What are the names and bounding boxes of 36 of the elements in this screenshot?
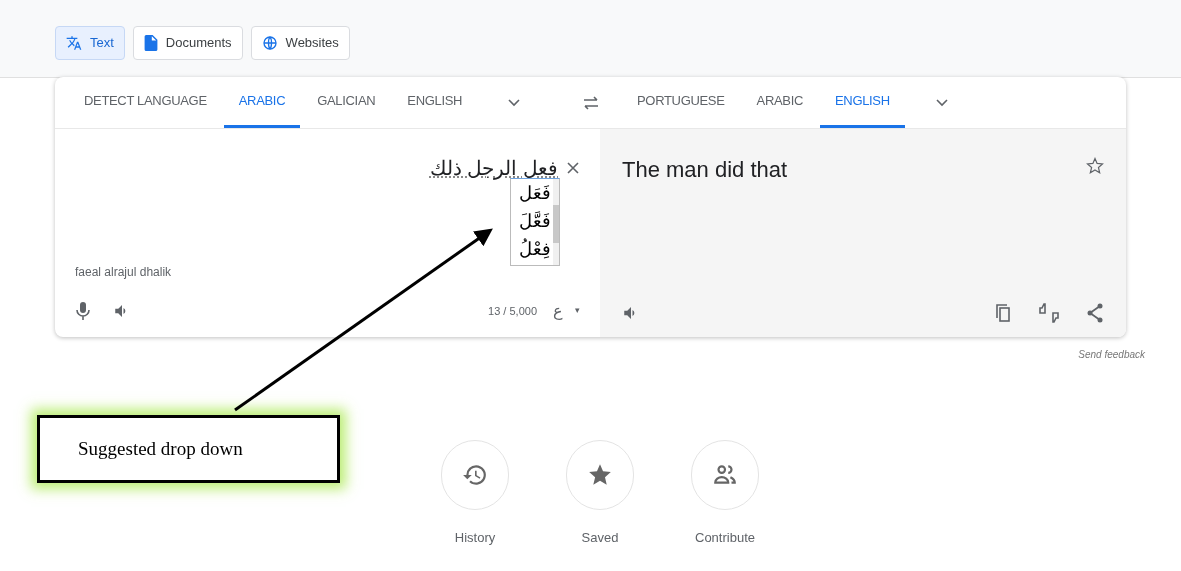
star-outline-icon[interactable] xyxy=(1086,157,1104,175)
chevron-down-icon[interactable] xyxy=(934,97,949,108)
swap-languages-icon[interactable] xyxy=(582,95,600,110)
annotation-text: Suggested drop down xyxy=(78,436,243,461)
translation-text: The man did that xyxy=(622,156,788,184)
translate-icon xyxy=(66,34,82,51)
mode-tab[interactable]: Text xyxy=(55,25,125,60)
microphone-icon[interactable] xyxy=(75,301,91,321)
language-tab[interactable]: ENGLISH xyxy=(392,77,478,128)
character-count: 13 / 5,000 xyxy=(488,303,537,319)
language-tab[interactable]: ARABIC xyxy=(741,77,818,128)
mode-tab[interactable]: Websites xyxy=(250,25,350,60)
mode-tab[interactable]: Documents xyxy=(132,25,243,60)
copy-icon[interactable] xyxy=(994,303,1012,323)
star-icon xyxy=(587,462,613,488)
suggestion-item[interactable]: فَعَّلَ xyxy=(519,207,551,235)
keyboard-dropdown-caret[interactable]: ▾ xyxy=(575,304,580,318)
transliteration-text: faeal alrajul dhalik xyxy=(75,264,173,281)
document-icon xyxy=(143,34,158,51)
shortcut-label: Saved xyxy=(581,529,619,547)
send-feedback-link[interactable]: Send feedback xyxy=(1078,347,1145,362)
shortcut-label: Contribute xyxy=(695,529,755,547)
share-icon[interactable] xyxy=(1086,303,1104,323)
globe-icon xyxy=(261,34,278,51)
language-tab[interactable]: PORTUGUESE xyxy=(622,77,740,128)
chevron-down-icon[interactable] xyxy=(507,97,522,108)
keyboard-selector[interactable]: ع xyxy=(553,299,563,323)
language-tab[interactable]: DETECT LANGUAGE xyxy=(69,77,222,128)
shortcut-label: History xyxy=(454,529,496,547)
suggestion-item[interactable]: فِعْلُ xyxy=(519,235,551,263)
language-tab[interactable]: ARABIC xyxy=(223,77,301,128)
close-icon[interactable] xyxy=(566,161,580,175)
scrollbar[interactable] xyxy=(553,179,559,265)
thumbs-up-down-icon[interactable] xyxy=(1038,303,1060,323)
history-icon xyxy=(462,462,488,488)
language-tab[interactable]: GALICIAN xyxy=(302,77,391,128)
